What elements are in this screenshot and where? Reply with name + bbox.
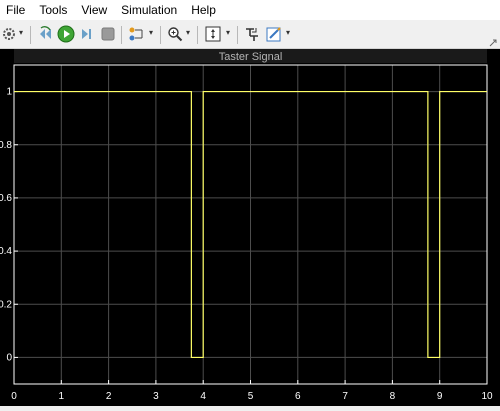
toolbar-separator [121,26,122,44]
cursor-measurements-icon[interactable] [244,24,260,44]
highlight-dropdown-icon[interactable]: ▾ [149,28,153,37]
menu-help[interactable]: Help [185,0,224,20]
y-tick-label: 0 [6,352,12,363]
x-tick-label: 6 [295,391,301,402]
scope-plot: Taster Signal 0 1 2 3 4 5 6 7 8 9 10 0 0.2 0.4 0.6 0.8 1 [0,49,493,402]
toolbar-separator [237,26,238,44]
menu-tools[interactable]: Tools [33,0,75,20]
zoom-icon[interactable] [167,24,183,44]
x-tick-label: 8 [390,391,396,402]
scope-figure: Taster Signal 0 1 2 3 4 5 6 7 8 9 10 0 0.2 0.4 0.6 0.8 1 [0,49,500,406]
run-icon[interactable] [57,24,75,44]
toolbar-separator [30,26,31,44]
menu-file[interactable]: File [0,0,33,20]
scale-axes-icon[interactable] [204,24,222,44]
menu-simulation[interactable]: Simulation [115,0,185,20]
undock-icon[interactable] [488,38,498,48]
x-tick-label: 2 [106,391,112,402]
toolbar-separator [197,26,198,44]
settings-icon[interactable] [2,24,16,44]
menu-bar: File Tools View Simulation Help [0,0,500,20]
x-tick-label: 3 [153,391,159,402]
step-back-icon[interactable] [37,24,53,44]
y-tick-label: 1 [6,87,12,98]
highlight-icon[interactable] [128,24,146,44]
x-tick-label: 1 [59,391,65,402]
toolbar: ▾ ▾ ▾ ▾ ▾ [0,20,500,49]
x-tick-label: 0 [11,391,17,402]
y-tick-label: 0.8 [0,140,12,151]
stop-icon[interactable] [100,24,116,44]
settings-dropdown-icon[interactable]: ▾ [19,28,23,37]
x-tick-label: 5 [248,391,254,402]
menu-view[interactable]: View [75,0,115,20]
y-tick-label: 0.6 [0,193,12,204]
y-tick-label: 0.4 [0,246,12,257]
x-tick-label: 4 [200,391,206,402]
y-tick-label: 0.2 [0,299,12,310]
plot-title: Taster Signal [219,51,283,63]
x-tick-label: 7 [342,391,348,402]
toolbar-separator [160,26,161,44]
x-tick-label: 9 [437,391,443,402]
x-tick-label: 10 [481,391,493,402]
edit-style-dropdown-icon[interactable]: ▾ [286,28,290,37]
scale-axes-dropdown-icon[interactable]: ▾ [226,28,230,37]
zoom-dropdown-icon[interactable]: ▾ [186,28,190,37]
step-forward-icon[interactable] [79,24,95,44]
edit-style-icon[interactable] [265,24,283,44]
